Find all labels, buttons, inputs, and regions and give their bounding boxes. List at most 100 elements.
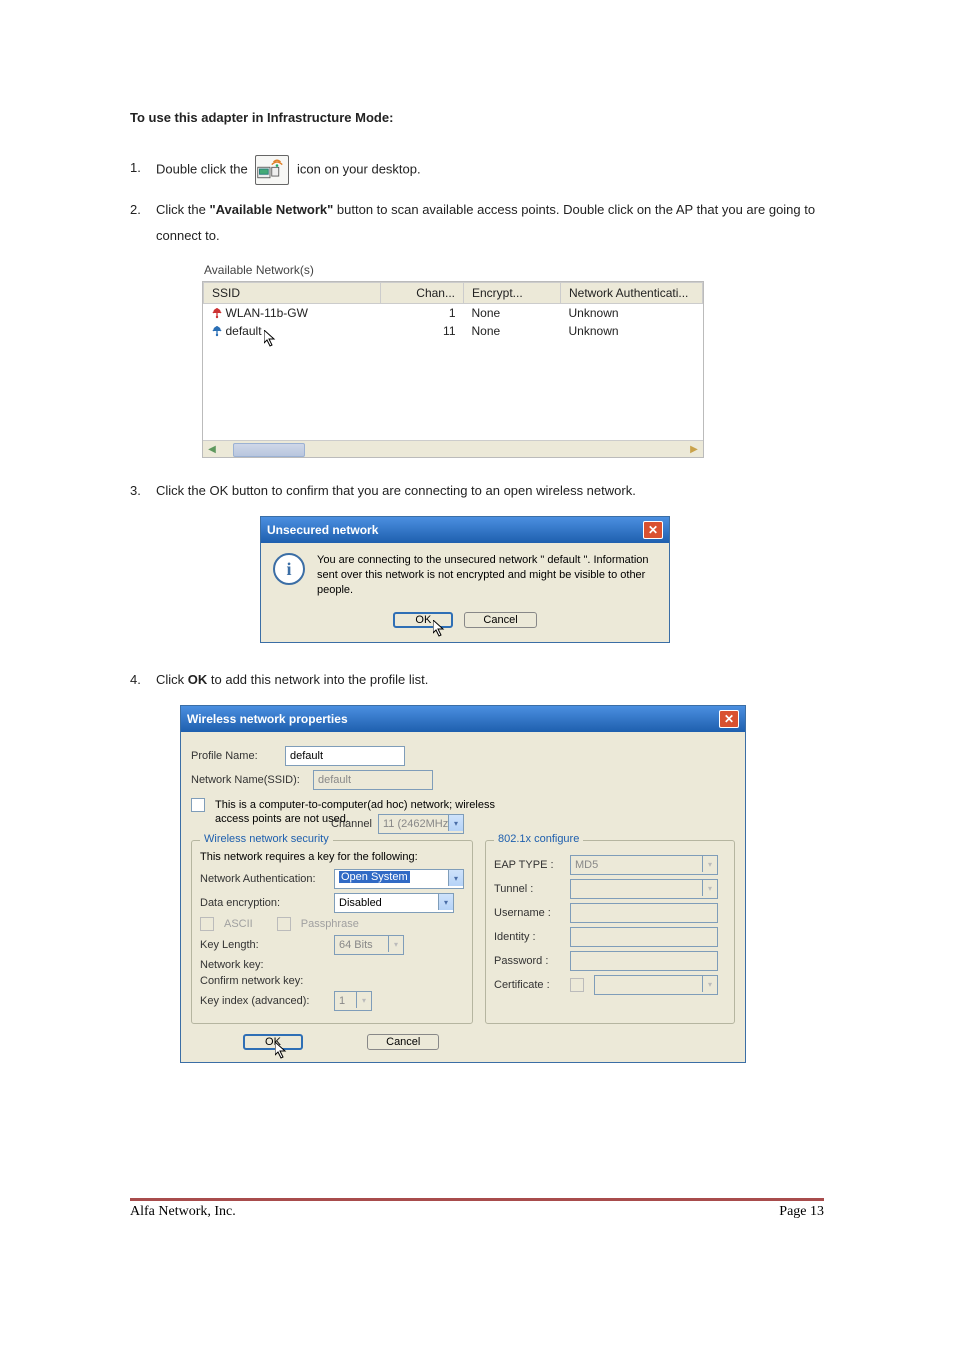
confirm-key-label: Confirm network key:: [200, 975, 328, 987]
step-2: 2. Click the "Available Network" button …: [130, 197, 824, 249]
step-number: 4.: [130, 667, 156, 693]
eap-group: 802.1x configure EAP TYPE : ▾ Tunnel : ▾…: [485, 840, 735, 1024]
step-1: 1. Double click the icon on your desktop…: [130, 155, 824, 185]
chevron-down-icon: ▾: [448, 815, 463, 831]
chevron-down-icon: ▾: [356, 992, 371, 1008]
identity-input: [570, 927, 718, 947]
mouse-cursor-icon: [264, 330, 278, 348]
close-icon[interactable]: ✕: [719, 710, 739, 728]
horizontal-scrollbar[interactable]: ◀ ▶: [203, 440, 703, 457]
desktop-utility-icon: [255, 155, 289, 185]
network-signal-icon: [212, 326, 222, 338]
channel-label: Channel: [331, 818, 372, 830]
username-input: [570, 903, 718, 923]
passphrase-label: Passphrase: [301, 918, 359, 930]
data-enc-select[interactable]: [334, 893, 454, 913]
step-4: 4. Click OK to add this network into the…: [130, 667, 824, 693]
security-group: Wireless network security This network r…: [191, 840, 473, 1024]
cell-chan: 11: [381, 322, 464, 340]
dialog-titlebar: Unsecured network ✕: [261, 517, 669, 543]
identity-label: Identity :: [494, 931, 564, 943]
step2-pre: Click the: [156, 202, 209, 217]
step4-pre: Click: [156, 672, 188, 687]
net-auth-select[interactable]: Open System: [334, 869, 464, 889]
footer-page: Page 13: [779, 1204, 824, 1220]
footer-company: Alfa Network, Inc.: [130, 1204, 236, 1220]
scroll-thumb[interactable]: [233, 443, 305, 457]
tunnel-select: [570, 879, 718, 899]
scroll-right-icon[interactable]: ▶: [687, 442, 701, 456]
cell-auth: Unknown: [561, 322, 703, 340]
close-icon[interactable]: ✕: [643, 521, 663, 539]
net-auth-value: Open System: [339, 871, 410, 883]
net-auth-label: Network Authentication:: [200, 873, 328, 885]
scroll-left-icon[interactable]: ◀: [205, 442, 219, 456]
cell-encrypt: None: [464, 304, 561, 323]
step4-post: to add this network into the profile lis…: [207, 672, 428, 687]
profile-name-input[interactable]: [285, 746, 405, 766]
ok-label: OK: [415, 614, 431, 626]
cell-encrypt: None: [464, 322, 561, 340]
cell-ssid: WLAN-11b-GW: [226, 306, 308, 320]
step-number: 1.: [130, 155, 156, 185]
mouse-cursor-icon: [275, 1042, 289, 1060]
table-row[interactable]: default 11 None Unknown: [204, 322, 703, 340]
cell-chan: 1: [381, 304, 464, 323]
step-body: Click the "Available Network" button to …: [156, 197, 824, 249]
col-encrypt[interactable]: Encrypt...: [464, 283, 561, 304]
username-label: Username :: [494, 907, 564, 919]
scroll-track[interactable]: [223, 443, 683, 455]
step1-post: icon on your desktop.: [297, 161, 421, 176]
security-note: This network requires a key for the foll…: [200, 851, 464, 863]
net-key-label: Network key:: [200, 959, 328, 971]
cert-checkbox: [570, 978, 584, 992]
dialog-titlebar: Wireless network properties ✕: [181, 706, 745, 732]
key-index-label: Key index (advanced):: [200, 995, 328, 1007]
ssid-input: [313, 770, 433, 790]
eap-group-label: 802.1x configure: [494, 833, 583, 845]
eap-type-label: EAP TYPE :: [494, 859, 564, 871]
cert-select: [594, 975, 718, 995]
chevron-down-icon: ▾: [702, 880, 717, 896]
dialog-message: You are connecting to the unsecured netw…: [317, 553, 657, 598]
ok-button[interactable]: OK: [243, 1034, 303, 1050]
col-ssid[interactable]: SSID: [204, 283, 381, 304]
cell-auth: Unknown: [561, 304, 703, 323]
network-signal-icon: [212, 308, 222, 320]
mouse-cursor-icon: [433, 620, 447, 638]
col-chan[interactable]: Chan...: [381, 283, 464, 304]
step-number: 2.: [130, 197, 156, 249]
password-input: [570, 951, 718, 971]
chevron-down-icon[interactable]: ▾: [438, 894, 453, 910]
chevron-down-icon: ▾: [388, 936, 403, 952]
step1-pre: Double click the: [156, 161, 248, 176]
step-body: Click the OK button to confirm that you …: [156, 478, 824, 504]
cancel-button[interactable]: Cancel: [367, 1034, 439, 1050]
dialog-title-text: Wireless network properties: [187, 712, 348, 726]
cancel-button[interactable]: Cancel: [464, 612, 536, 628]
chevron-down-icon: ▾: [702, 976, 717, 992]
passphrase-checkbox: [277, 917, 291, 931]
security-group-label: Wireless network security: [200, 833, 333, 845]
available-caption: Available Network(s): [202, 261, 824, 281]
info-icon: i: [273, 553, 305, 585]
wireless-properties-dialog: Wireless network properties ✕ Profile Na…: [180, 705, 746, 1064]
page-footer: Alfa Network, Inc. Page 13: [130, 1198, 824, 1220]
available-networks-screenshot: Available Network(s) SSID Chan... Encryp…: [202, 261, 824, 458]
eap-type-select: [570, 855, 718, 875]
section-title: To use this adapter in Infrastructure Mo…: [130, 110, 824, 125]
ascii-label: ASCII: [224, 918, 253, 930]
ok-button[interactable]: OK: [393, 612, 453, 628]
data-enc-label: Data encryption:: [200, 897, 328, 909]
unsecured-network-dialog: Unsecured network ✕ i You are connecting…: [260, 516, 670, 643]
adhoc-checkbox[interactable]: [191, 798, 205, 812]
key-length-label: Key Length:: [200, 939, 328, 951]
password-label: Password :: [494, 955, 564, 967]
tunnel-label: Tunnel :: [494, 883, 564, 895]
step-number: 3.: [130, 478, 156, 504]
col-auth[interactable]: Network Authenticati...: [561, 283, 703, 304]
table-row[interactable]: WLAN-11b-GW 1 None Unknown: [204, 304, 703, 323]
ssid-label: Network Name(SSID):: [191, 774, 307, 786]
chevron-down-icon[interactable]: ▾: [448, 870, 463, 886]
cell-ssid: default: [226, 324, 262, 338]
